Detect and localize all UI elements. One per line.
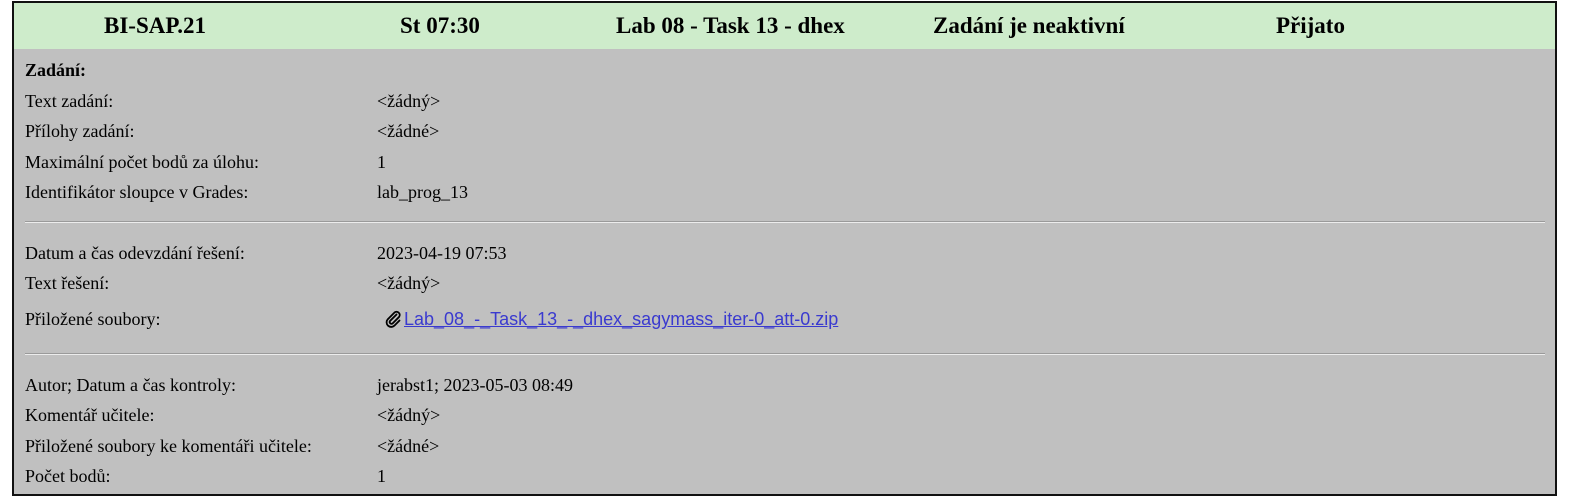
submission-panel: BI-SAP.21 St 07:30 Lab 08 - Task 13 - dh…	[12, 1, 1557, 496]
points-value: 1	[377, 466, 386, 486]
grades-column-value: lab_prog_13	[377, 182, 468, 202]
review-author-label: Autor; Datum a čas kontroly:	[25, 375, 236, 395]
attached-files-label: Přiložené soubory:	[25, 309, 161, 329]
time-slot: St 07:30	[400, 13, 480, 38]
teacher-comment-value: <žádný>	[377, 405, 441, 425]
submission-datetime-label: Datum a čas odevzdání řešení:	[25, 243, 245, 263]
assignment-attachments-label: Přílohy zadání:	[25, 121, 135, 141]
grades-column-label: Identifikátor sloupce v Grades:	[25, 182, 249, 202]
assignment-text-label: Text zadání:	[25, 91, 114, 111]
attached-file-name[interactable]: Lab_08_-_Task_13_-_dhex_sagymass_iter-0_…	[404, 309, 838, 329]
section-divider	[25, 353, 1545, 355]
comment-attachments-label: Přiložené soubory ke komentáři učitele:	[25, 436, 312, 456]
solution-text-label: Text řešení:	[25, 273, 110, 293]
paperclip-icon	[384, 310, 402, 328]
task-title: Lab 08 - Task 13 - dhex	[616, 13, 845, 38]
assignment-text-value: <žádný>	[377, 91, 441, 111]
solution-text-value: <žádný>	[377, 273, 441, 293]
attached-file-link[interactable]: Lab_08_-_Task_13_-_dhex_sagymass_iter-0_…	[384, 308, 838, 330]
submission-datetime-value: 2023-04-19 07:53	[377, 243, 507, 263]
max-points-value: 1	[377, 152, 386, 172]
course-code: BI-SAP.21	[104, 13, 207, 38]
comment-attachments-value: <žádné>	[377, 436, 440, 456]
teacher-comment-label: Komentář učitele:	[25, 405, 155, 425]
max-points-label: Maximální počet bodů za úlohu:	[25, 152, 259, 172]
assignment-state: Zadání je neaktivní	[933, 13, 1125, 38]
assignment-heading: Zadání:	[25, 60, 87, 80]
result-status: Přijato	[1276, 13, 1345, 38]
points-label: Počet bodů:	[25, 466, 111, 486]
assignment-attachments-value: <žádné>	[377, 121, 440, 141]
section-divider	[25, 221, 1545, 223]
review-author-value: jerabst1; 2023-05-03 08:49	[377, 375, 573, 395]
task-header: BI-SAP.21 St 07:30 Lab 08 - Task 13 - dh…	[14, 3, 1555, 49]
